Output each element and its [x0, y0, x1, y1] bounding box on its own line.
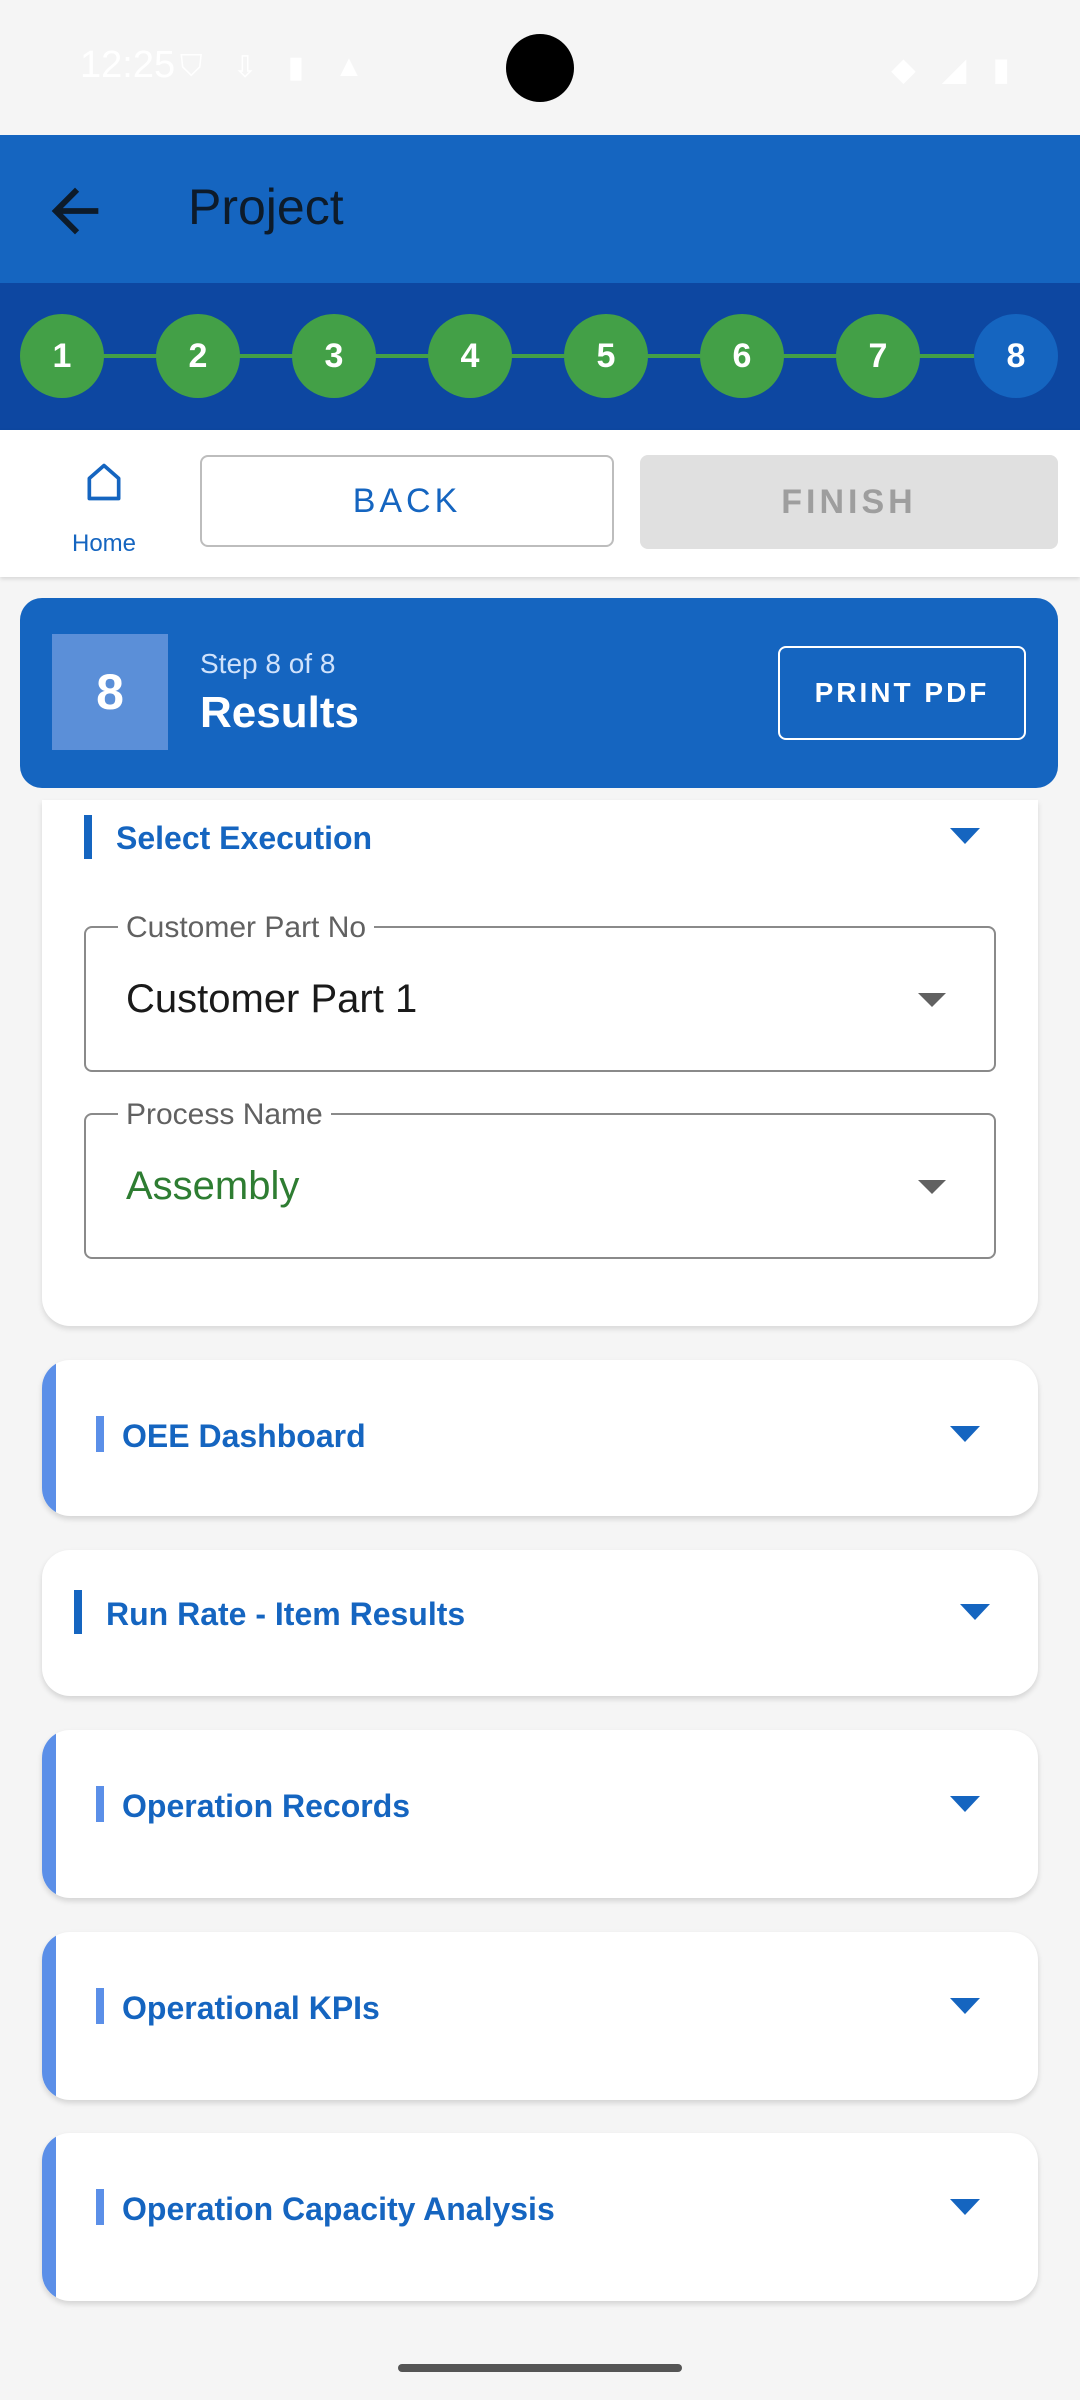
home-icon[interactable]	[82, 460, 126, 504]
operation-records-title: Operation Records	[122, 1788, 411, 1824]
back-button[interactable]: BACK	[200, 455, 614, 547]
shield-icon: ⛉	[180, 50, 203, 83]
page-title: Project	[188, 179, 344, 235]
step-title: Results	[200, 688, 359, 737]
card-accent	[42, 2133, 56, 2301]
dropdown-arrow-icon[interactable]	[918, 1180, 946, 1194]
download-icon: ⇩	[232, 51, 258, 84]
app-bar	[0, 135, 1080, 283]
back-arrow-icon[interactable]	[40, 176, 110, 246]
section-accent-bar	[74, 1590, 82, 1634]
battery-icon: ▮	[992, 51, 1010, 87]
status-system-icons: ◆ ◢ ▮	[891, 50, 1010, 88]
customer-part-label: Customer Part No	[118, 911, 375, 945]
oee-dashboard-title: OEE Dashboard	[122, 1418, 366, 1454]
chevron-down-icon[interactable]	[950, 2199, 980, 2215]
process-name-label: Process Name	[118, 1098, 331, 1132]
card-accent	[42, 1730, 56, 1898]
step-4[interactable]: 4	[428, 314, 512, 398]
step-7[interactable]: 7	[836, 314, 920, 398]
chevron-down-icon[interactable]	[950, 1796, 980, 1812]
chevron-down-icon[interactable]	[950, 1998, 980, 2014]
section-accent-bar	[96, 1988, 104, 2024]
wifi-icon: ◆	[891, 51, 916, 87]
home-label[interactable]: Home	[60, 530, 148, 558]
step-number-badge: 8	[52, 634, 168, 750]
finish-button[interactable]: FINISH	[640, 455, 1058, 549]
run-rate-card[interactable]: Run Rate - Item Results	[42, 1550, 1038, 1696]
step-8[interactable]: 8	[974, 314, 1058, 398]
card-accent	[42, 1932, 56, 2100]
step-3[interactable]: 3	[292, 314, 376, 398]
oee-dashboard-card[interactable]: OEE Dashboard	[42, 1360, 1038, 1516]
step-1[interactable]: 1	[20, 314, 104, 398]
operation-records-card[interactable]: Operation Records	[42, 1730, 1038, 1898]
operational-kpis-title: Operational KPIs	[122, 1990, 380, 2026]
chevron-down-icon[interactable]	[950, 828, 980, 844]
store-icon: ▲	[334, 50, 364, 83]
sd-card-icon: ▮	[287, 51, 305, 84]
section-accent-bar	[96, 1416, 104, 1452]
process-name-value: Assembly	[126, 1164, 300, 1208]
operational-kpis-card[interactable]: Operational KPIs	[42, 1932, 1038, 2100]
step-2[interactable]: 2	[156, 314, 240, 398]
section-accent-bar	[96, 1786, 104, 1822]
home-indicator[interactable]	[398, 2364, 682, 2372]
section-accent-bar	[96, 2189, 104, 2225]
customer-part-value: Customer Part 1	[126, 977, 418, 1021]
camera-cutout	[506, 34, 574, 102]
dropdown-arrow-icon[interactable]	[918, 993, 946, 1007]
status-notification-icons: ⛉ ⇩ ▮ ▲	[180, 50, 364, 85]
step-progress-text: Step 8 of 8	[200, 648, 336, 679]
signal-icon: ◢	[941, 51, 967, 87]
status-time: 12:25	[80, 44, 176, 86]
chevron-down-icon[interactable]	[950, 1426, 980, 1442]
card-accent	[42, 1360, 56, 1516]
capacity-analysis-card[interactable]: Operation Capacity Analysis	[42, 2133, 1038, 2301]
step-6[interactable]: 6	[700, 314, 784, 398]
section-accent-bar	[84, 815, 92, 859]
step-5[interactable]: 5	[564, 314, 648, 398]
print-pdf-button[interactable]: PRINT PDF	[778, 646, 1026, 740]
capacity-analysis-title: Operation Capacity Analysis	[122, 2191, 555, 2227]
chevron-down-icon[interactable]	[960, 1604, 990, 1620]
run-rate-title: Run Rate - Item Results	[106, 1596, 466, 1632]
select-execution-title[interactable]: Select Execution	[116, 820, 372, 857]
